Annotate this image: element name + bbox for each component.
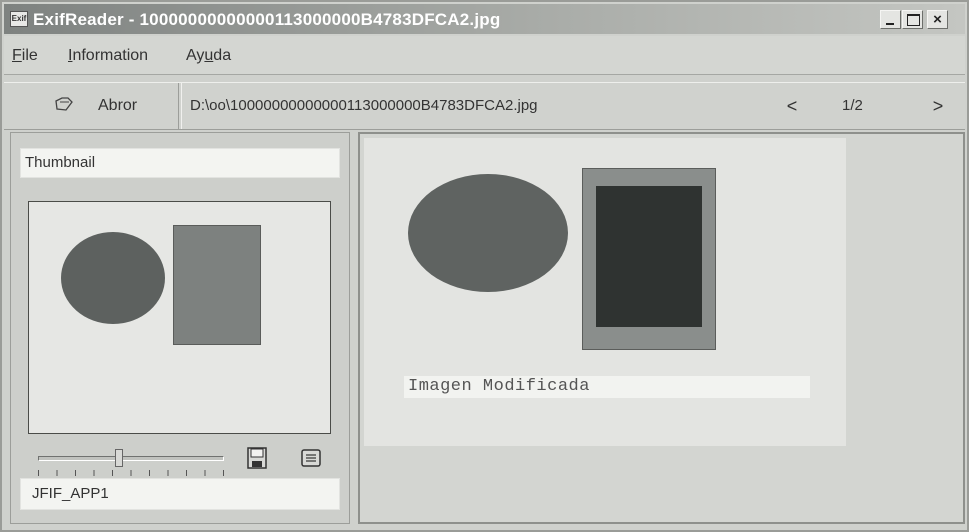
thumbnail-preview — [28, 201, 331, 434]
slider-handle[interactable] — [115, 449, 123, 467]
menu-information[interactable]: Information — [68, 47, 148, 65]
page-indicator: 1/2 — [842, 97, 863, 114]
menu-information-label: nformation — [72, 47, 149, 64]
menu-ayuda-label: da — [213, 47, 232, 64]
menu-file-accel: F — [12, 47, 22, 64]
open-button-label: Abror — [98, 97, 138, 114]
menu-ayuda-label-pre: Ay — [186, 47, 205, 64]
open-button[interactable]: Abror — [10, 86, 170, 126]
thumbnail-label-field[interactable]: Thumbnail — [20, 148, 340, 178]
toolbar-separator — [178, 83, 182, 129]
thumbnail-rectangle-shape — [173, 225, 261, 345]
image-ellipse-shape — [408, 174, 568, 292]
chevron-left-icon: < — [786, 96, 798, 116]
next-page-button[interactable]: > — [926, 93, 950, 119]
slider-ticks — [38, 470, 224, 476]
slider-track — [38, 456, 224, 461]
menu-file[interactable]: File — [12, 47, 38, 65]
menu-file-label: ile — [21, 47, 38, 64]
segment-name-field[interactable]: JFIF_APP1 — [20, 478, 340, 510]
list-icon[interactable] — [301, 449, 321, 467]
close-button[interactable]: × — [927, 10, 948, 29]
menu-ayuda-accel: u — [204, 47, 214, 64]
maximize-icon — [903, 11, 922, 28]
image-caption: Imagen Modificada — [404, 376, 810, 398]
zoom-slider[interactable] — [38, 448, 228, 476]
previous-page-button[interactable]: < — [780, 93, 804, 119]
menu-bar: File Information Ayuda — [4, 36, 965, 75]
minimize-button[interactable] — [880, 10, 901, 29]
app-icon[interactable]: Exif — [10, 11, 28, 27]
image-frame-shape — [582, 168, 716, 350]
image-canvas: Imagen Modificada — [364, 138, 846, 446]
toolbar: Abror D:\oo\10000000000000113000000B4783… — [4, 82, 965, 130]
minimize-icon — [881, 11, 900, 28]
title-bar[interactable]: Exif ExifReader - 1000000000000011300000… — [4, 4, 965, 34]
maximize-button[interactable] — [902, 10, 923, 29]
image-viewer[interactable]: Imagen Modificada — [358, 132, 965, 524]
window-title: ExifReader - 10000000000000113000000B478… — [33, 10, 501, 29]
thumbnail-panel: Thumbnail JFIF_APP1 — [10, 132, 350, 524]
close-icon: × — [933, 11, 942, 28]
app-window: Exif ExifReader - 1000000000000011300000… — [0, 0, 969, 532]
open-folder-icon — [55, 97, 73, 111]
menu-ayuda[interactable]: Ayuda — [186, 47, 231, 65]
file-path: D:\oo\10000000000000113000000B4783DFCA2.… — [190, 97, 538, 114]
chevron-right-icon: > — [932, 96, 944, 116]
image-dark-rectangle — [596, 186, 702, 327]
save-icon[interactable] — [247, 447, 267, 469]
thumbnail-ellipse-shape — [61, 232, 165, 324]
